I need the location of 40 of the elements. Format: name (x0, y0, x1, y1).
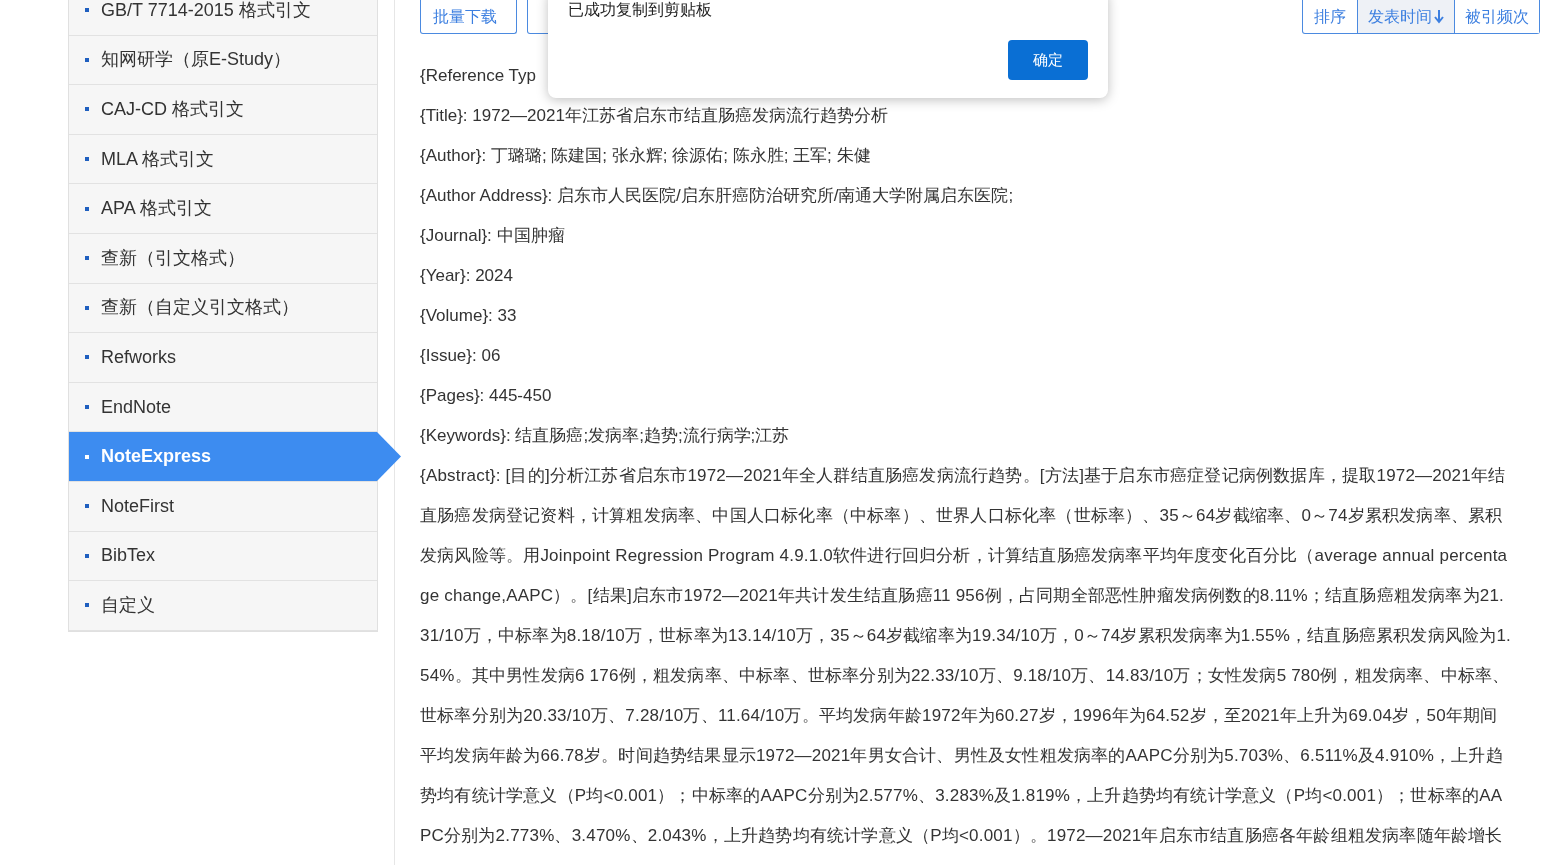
batch-download-button[interactable]: 批量下载 (420, 0, 517, 34)
reference-field: {Author Address}: 启东市人民医院/启东肝癌防治研究所/南通大学附属启东医院; (420, 176, 1014, 216)
sidebar-item[interactable]: 知网研学（原E-Study） (69, 35, 377, 86)
reference-field: {Journal}: 中国肿瘤 (420, 216, 565, 256)
abstract-text: 平均发病年龄为66.78岁。时间趋势结果显示1972—2021年男女合计、男性及女性粗发病率的AAPC分别为5.703%、6.511%及4.910%，上升趋 (420, 745, 1503, 767)
sort-option[interactable]: 被引频次 (1454, 0, 1539, 33)
reference-field: {Year}: 2024 (420, 256, 513, 296)
down-arrow-icon (1434, 9, 1444, 24)
reference-field: {Title}: 1972—2021年江苏省启东市结直肠癌发病流行趋势分析 (420, 96, 888, 136)
sidebar-item[interactable]: 查新（自定义引文格式） (69, 283, 377, 334)
sidebar-item[interactable]: APA 格式引文 (69, 184, 377, 234)
sidebar-item[interactable]: NoteFirst (69, 481, 377, 532)
sidebar-item[interactable]: 查新（引文格式） (69, 233, 377, 284)
abstract-text: ge change,AAPC）。[结果]启东市1972—2021年共计发生结直肠癌11 956例，占同期全部恶性肿瘤发病例数的8.11%；结直肠癌粗发病率为21. (420, 585, 1504, 607)
reference-field: {Author}: 丁璐璐; 陈建国; 张永辉; 徐源佑; 陈永胜; 王军; 朱健 (420, 136, 871, 176)
abstract-text: {Abstract}: [目的]分析江苏省启东市1972—2021年全人群结直肠癌发病流行趋势。[方法]基于启东市癌症登记病例数据库，提取1972—2021年结 (420, 465, 1506, 487)
sidebar-item[interactable]: BibTex (69, 531, 377, 582)
abstract-text: 31/10万，中标率为8.18/10万，世标率为13.14/10万，35～64岁截缩率为19.34/10万，0～74岁累积发病率为1.55%，结直肠癌累积发病风险为1. (420, 625, 1511, 647)
sidebar-item[interactable]: 自定义 (69, 581, 377, 631)
reference-field: {Reference Typ (420, 56, 536, 96)
reference-field: {Pages}: 445-450 (420, 376, 552, 416)
sidebar-item[interactable]: EndNote (69, 382, 377, 433)
sidebar-item[interactable]: MLA 格式引文 (69, 134, 377, 185)
abstract-text: 发病风险等。用Joinpoint Regression Program 4.9.1.0软件进行回归分析，计算结直肠癌发病率平均年度变化百分比（average annual percenta (420, 545, 1508, 567)
reference-field: {Volume}: 33 (420, 296, 517, 336)
reference-field: {Keywords}: 结直肠癌;发病率;趋势;流行病学;江苏 (420, 416, 790, 456)
sort-label: 排序 (1313, 6, 1347, 27)
sidebar-item[interactable]: GB/T 7714-2015 格式引文 (69, 0, 377, 36)
pointer-arrow-icon (377, 432, 401, 482)
confirm-button[interactable]: 确定 (1008, 40, 1088, 80)
abstract-text: PC分别为2.773%、3.470%、2.043%，上升趋势均有统计学意义（P均<0.001）。1972—2021年启东市结直肠癌各年龄组粗发病率随年龄增长 (420, 825, 1503, 847)
abstract-text: 54%。其中男性发病6 176例，粗发病率、中标率、世标率分别为22.33/10万、9.18/10万、14.83/10万；女性发病5 780例，粗发病率、中标率、 (420, 665, 1510, 687)
abstract-text: 世标率分别为20.33/10万、7.28/10万、11.64/10万。平均发病年龄1972年为60.27岁，1996年为64.52岁，至2021年上升为69.04岁，50年期间 (420, 705, 1498, 727)
dialog-message: 已成功复制到剪贴板 (568, 0, 712, 20)
abstract-text: 直肠癌发病登记资料，计算粗发病率、中国人口标化率（中标率）、世界人口标化率（世标率）、35～64岁截缩率、0～74岁累积发病率、累积 (420, 505, 1503, 527)
reference-field: {Issue}: 06 (420, 336, 501, 376)
abstract-text: 势均有统计学意义（P均<0.001）；中标率的AAPC分别为2.577%、3.283%及1.819%，上升趋势均有统计学意义（P均<0.001）；世标率的AA (420, 785, 1503, 807)
sidebar-item[interactable]: CAJ-CD 格式引文 (69, 85, 377, 135)
sort-option[interactable]: 发表时间 (1357, 0, 1454, 33)
sidebar-item[interactable]: Refworks (69, 333, 377, 383)
